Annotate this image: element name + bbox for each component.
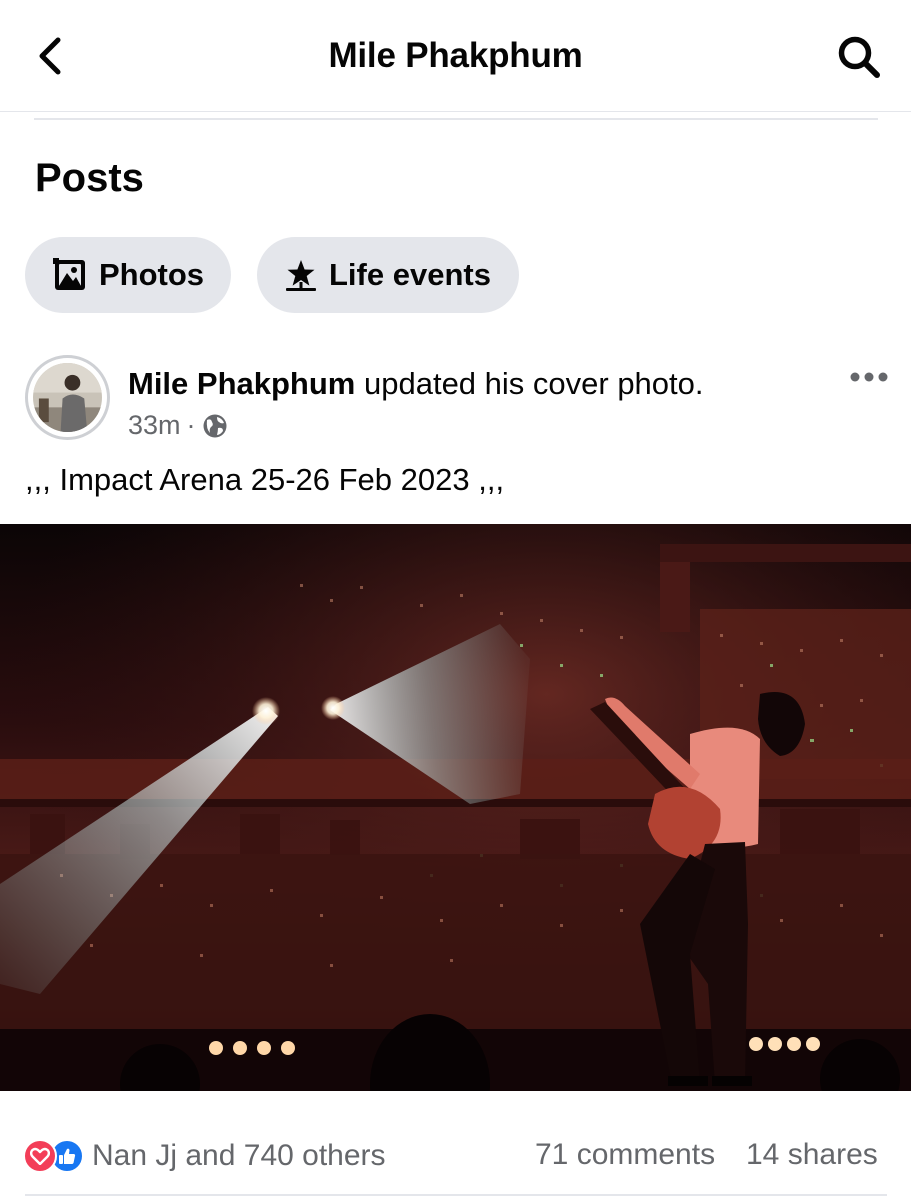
globe-icon <box>203 414 227 437</box>
photos-icon <box>53 258 85 290</box>
life-event-flag-icon <box>286 260 316 291</box>
avatar-photo <box>33 363 102 432</box>
post-headline: Mile Phakphum updated his cover photo. <box>128 366 704 402</box>
search-button[interactable] <box>832 32 886 82</box>
author-name-link[interactable]: Mile Phakphum <box>128 366 355 401</box>
comments-count-link[interactable]: 71 comments <box>535 1138 715 1172</box>
filter-life-events-label: Life events <box>329 257 491 292</box>
top-bar: Mile Phakphum <box>0 0 911 112</box>
divider <box>34 118 878 120</box>
post-more-options-button[interactable] <box>846 362 892 392</box>
post-action-text: updated his cover photo. <box>355 366 704 401</box>
page-title: Mile Phakphum <box>328 36 583 75</box>
filter-life-events-button[interactable]: Life events <box>257 237 519 313</box>
post-timestamp[interactable]: 33m <box>128 410 181 441</box>
post-caption: ,,, Impact Arena 25-26 Feb 2023 ,,, <box>25 462 505 497</box>
love-icon <box>23 1139 57 1173</box>
post-meta: 33m · <box>128 410 228 441</box>
more-dots-icon <box>850 372 888 382</box>
shares-count-link[interactable]: 14 shares <box>746 1138 878 1172</box>
divider-bottom <box>25 1194 887 1196</box>
filter-photos-button[interactable]: Photos <box>25 237 231 313</box>
avatar[interactable] <box>25 355 110 440</box>
reactors-text: Nan Jj and 740 others <box>92 1139 386 1172</box>
meta-separator: · <box>186 410 196 440</box>
cover-photo[interactable] <box>0 524 911 1091</box>
reactions-summary[interactable]: Nan Jj and 740 others <box>23 1134 386 1178</box>
section-title: Posts <box>35 156 144 200</box>
search-icon <box>838 36 880 78</box>
filter-photos-label: Photos <box>99 257 205 292</box>
